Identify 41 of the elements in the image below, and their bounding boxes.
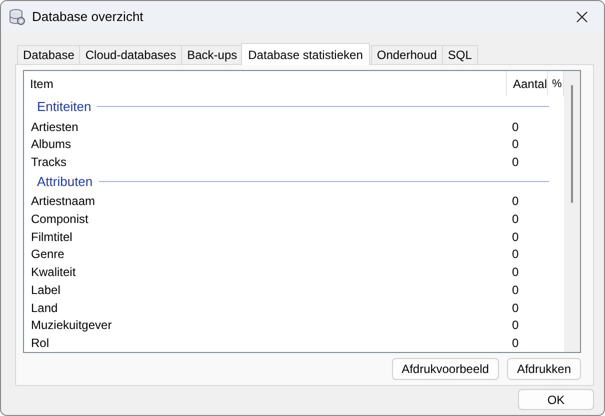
tab[interactable]: SQL <box>442 45 478 64</box>
item-cell-text: Kwaliteit <box>30 265 77 280</box>
print-button[interactable]: Afdrukken <box>506 358 581 380</box>
count-cell-text: 0 <box>511 300 520 315</box>
count-cell-text: 0 <box>511 318 520 332</box>
item-cell-text: Rol <box>30 336 50 350</box>
tab[interactable]: Database <box>17 45 80 64</box>
item-cell-text: Artiestnaam <box>30 194 96 208</box>
item-cell-text: Genre <box>30 247 66 262</box>
group-header: Attributen <box>37 174 93 190</box>
count-cell-text: 0 <box>511 265 520 280</box>
item-cell-text: Muziekuitgever <box>30 318 113 332</box>
group-header: Entiteiten <box>37 99 92 114</box>
count-cell-text: 0 <box>511 154 520 169</box>
scrollbar-thumb[interactable] <box>571 85 573 203</box>
count-cell-text: 0 <box>511 336 520 350</box>
item-cell-text: Componist <box>30 212 90 226</box>
tab[interactable]: Database statistieken <box>241 43 370 65</box>
item-cell-text: Tracks <box>30 154 68 169</box>
count-cell-text: 0 <box>511 212 520 226</box>
window-title: Database overzicht <box>32 9 144 24</box>
column-header[interactable]: Item <box>24 71 506 96</box>
count-cell-text: 0 <box>511 247 520 262</box>
item-cell-text: Land <box>30 300 59 315</box>
item-cell-text: Filmtitel <box>30 230 74 244</box>
count-cell-text: 0 <box>511 120 520 134</box>
print-button[interactable]: Afdrukvoorbeeld <box>392 358 499 380</box>
count-cell-text: 0 <box>511 282 520 297</box>
count-cell-text: 0 <box>511 137 520 152</box>
ok-button[interactable]: OK <box>518 389 594 410</box>
item-cell-text: Artiesten <box>30 120 80 134</box>
scrollbar[interactable] <box>564 71 580 352</box>
count-cell-text: 0 <box>511 194 520 208</box>
close-icon <box>576 10 588 22</box>
item-cell-text: Albums <box>30 137 72 152</box>
tab[interactable]: Onderhoud <box>370 45 443 64</box>
column-header[interactable]: Aantal <box>506 71 547 96</box>
count-cell-text: 0 <box>511 230 520 244</box>
database-icon <box>8 8 26 26</box>
item-cell-text: Label <box>30 282 62 297</box>
tab[interactable]: Back-ups <box>181 45 244 64</box>
